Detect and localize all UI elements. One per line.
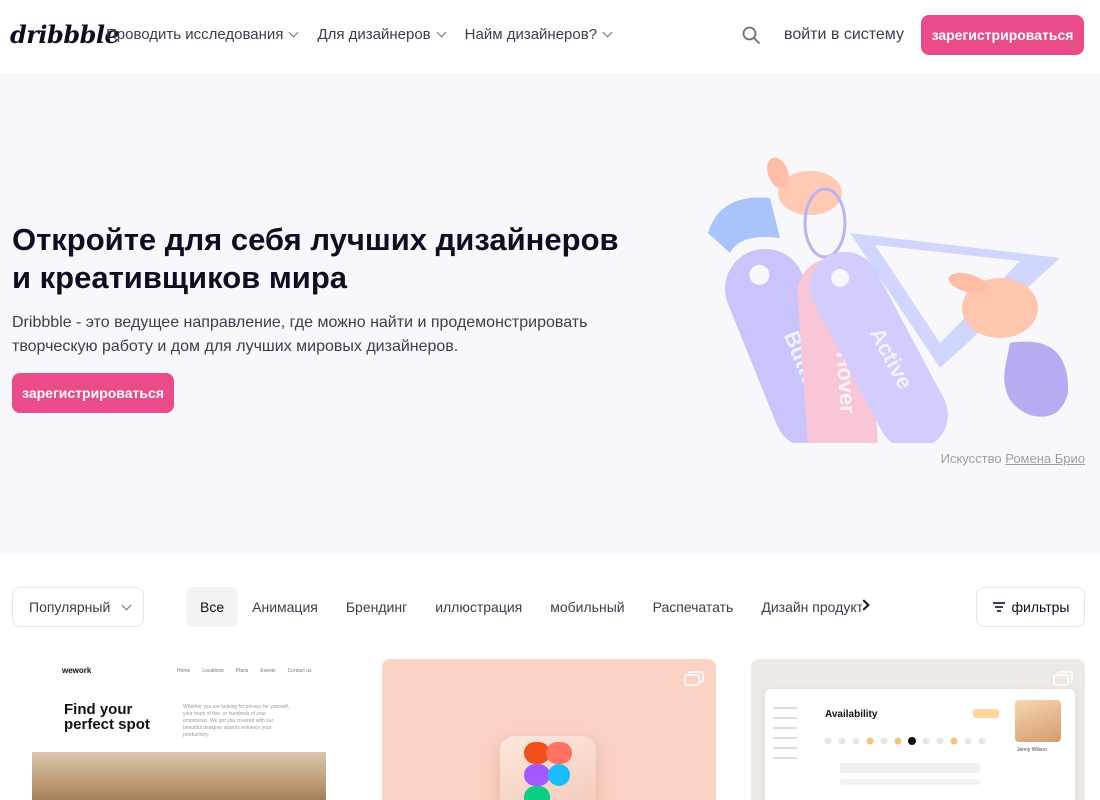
shot-nav-item: Contact us bbox=[287, 668, 312, 674]
nav-item-label: Проводить исследования bbox=[106, 26, 284, 43]
figma-logo-tile bbox=[500, 736, 596, 800]
shot-brand-logo: wework bbox=[62, 666, 92, 675]
hero-title-line: Откройте для себя лучших дизайнеров bbox=[12, 222, 619, 257]
availability-panel: Availability Jenny Wilson bbox=[765, 689, 1075, 800]
shot-card[interactable]: Availability Jenny Wilson bbox=[751, 659, 1085, 800]
shot-card[interactable] bbox=[382, 659, 716, 800]
hero-description-line: Dribbble - это ведущее направление, где … bbox=[12, 314, 588, 331]
shot-nav-item: Home bbox=[177, 668, 191, 674]
hero-description-line: творческую работу и дом для лучших миров… bbox=[12, 338, 459, 355]
chevron-down-icon bbox=[121, 600, 132, 610]
nav-item-label: Найм дизайнеров? bbox=[464, 26, 598, 43]
dribbble-logo[interactable]: dribbble bbox=[10, 20, 120, 49]
hero-illustration: Button Hover Active bbox=[708, 157, 1069, 443]
profile-name: Jenny Wilson bbox=[1017, 747, 1047, 753]
figma-logo-icon bbox=[524, 742, 572, 800]
hero-description: Dribbble - это ведущее направление, где … bbox=[12, 311, 632, 359]
login-link[interactable]: войти в систему bbox=[784, 26, 904, 44]
nav-item-research[interactable]: Проводить исследования bbox=[106, 26, 299, 43]
art-credit: Искусство Ромена Брио bbox=[941, 451, 1085, 466]
category-tabs: Все Анимация Брендинг иллюстрация мобиль… bbox=[186, 587, 862, 627]
multi-shot-icon bbox=[684, 671, 704, 686]
mockup-button bbox=[973, 709, 999, 718]
shot-photo bbox=[32, 752, 326, 800]
main-nav: Проводить исследования Для дизайнеров На… bbox=[106, 26, 613, 43]
chevron-down-icon bbox=[436, 27, 447, 38]
credit-prefix: Искусство bbox=[940, 451, 1002, 466]
sort-dropdown[interactable]: Популярный bbox=[12, 587, 144, 627]
profile-photo bbox=[1015, 700, 1061, 742]
category-tab-branding[interactable]: Брендинг bbox=[332, 587, 421, 627]
filters-label: фильтры bbox=[1011, 599, 1070, 615]
chevron-down-icon bbox=[288, 27, 299, 38]
signup-button[interactable]: зарегистрироваться bbox=[921, 15, 1084, 55]
category-tab-product-design[interactable]: Дизайн продукта bbox=[747, 587, 862, 627]
shot-body-text: Whether you are looking for privacy for … bbox=[183, 704, 290, 738]
filters-button[interactable]: фильтры bbox=[976, 587, 1085, 627]
hero-title-line: и креативщиков мира bbox=[12, 260, 347, 295]
credit-author-link[interactable]: Ромена Брио bbox=[1005, 451, 1085, 466]
category-tab-all[interactable]: Все bbox=[186, 587, 239, 627]
category-tab-animation[interactable]: Анимация bbox=[238, 587, 332, 627]
hero-title: Откройте для себя лучших дизайнеров и кр… bbox=[12, 221, 692, 297]
multi-shot-icon bbox=[1053, 671, 1073, 686]
filter-icon bbox=[992, 602, 1005, 612]
sort-label: Популярный bbox=[29, 599, 111, 615]
filter-bar: Популярный Все Анимация Брендинг иллюстр… bbox=[0, 587, 1100, 627]
shot-nav: Home Locations Plans Events Contact us bbox=[177, 668, 311, 674]
nav-item-hire-designers[interactable]: Найм дизайнеров? bbox=[464, 26, 613, 43]
chevron-down-icon bbox=[602, 27, 613, 38]
nav-item-label: Для дизайнеров bbox=[317, 26, 431, 43]
category-tab-illustration[interactable]: иллюстрация bbox=[421, 587, 536, 627]
search-icon[interactable] bbox=[741, 25, 761, 45]
calendar-grid bbox=[824, 737, 986, 785]
shot-headline: Find your perfect spot bbox=[64, 701, 150, 733]
category-tab-mobile[interactable]: мобильный bbox=[536, 587, 638, 627]
shot-nav-item: Locations bbox=[202, 668, 224, 674]
hero-section: Откройте для себя лучших дизайнеров и кр… bbox=[0, 73, 1100, 554]
mockup-sidebar bbox=[773, 699, 809, 799]
shot-nav-item: Events bbox=[260, 668, 276, 674]
top-navbar: dribbble Проводить исследования Для диза… bbox=[0, 0, 1100, 72]
shot-nav-item: Plans bbox=[235, 668, 249, 674]
category-tab-print[interactable]: Распечатать bbox=[639, 587, 748, 627]
availability-title: Availability bbox=[825, 709, 878, 720]
hero-signup-button[interactable]: зарегистрироваться bbox=[12, 373, 174, 413]
nav-item-for-designers[interactable]: Для дизайнеров bbox=[317, 26, 447, 43]
shot-card[interactable]: wework Home Locations Plans Events Conta… bbox=[12, 659, 346, 800]
